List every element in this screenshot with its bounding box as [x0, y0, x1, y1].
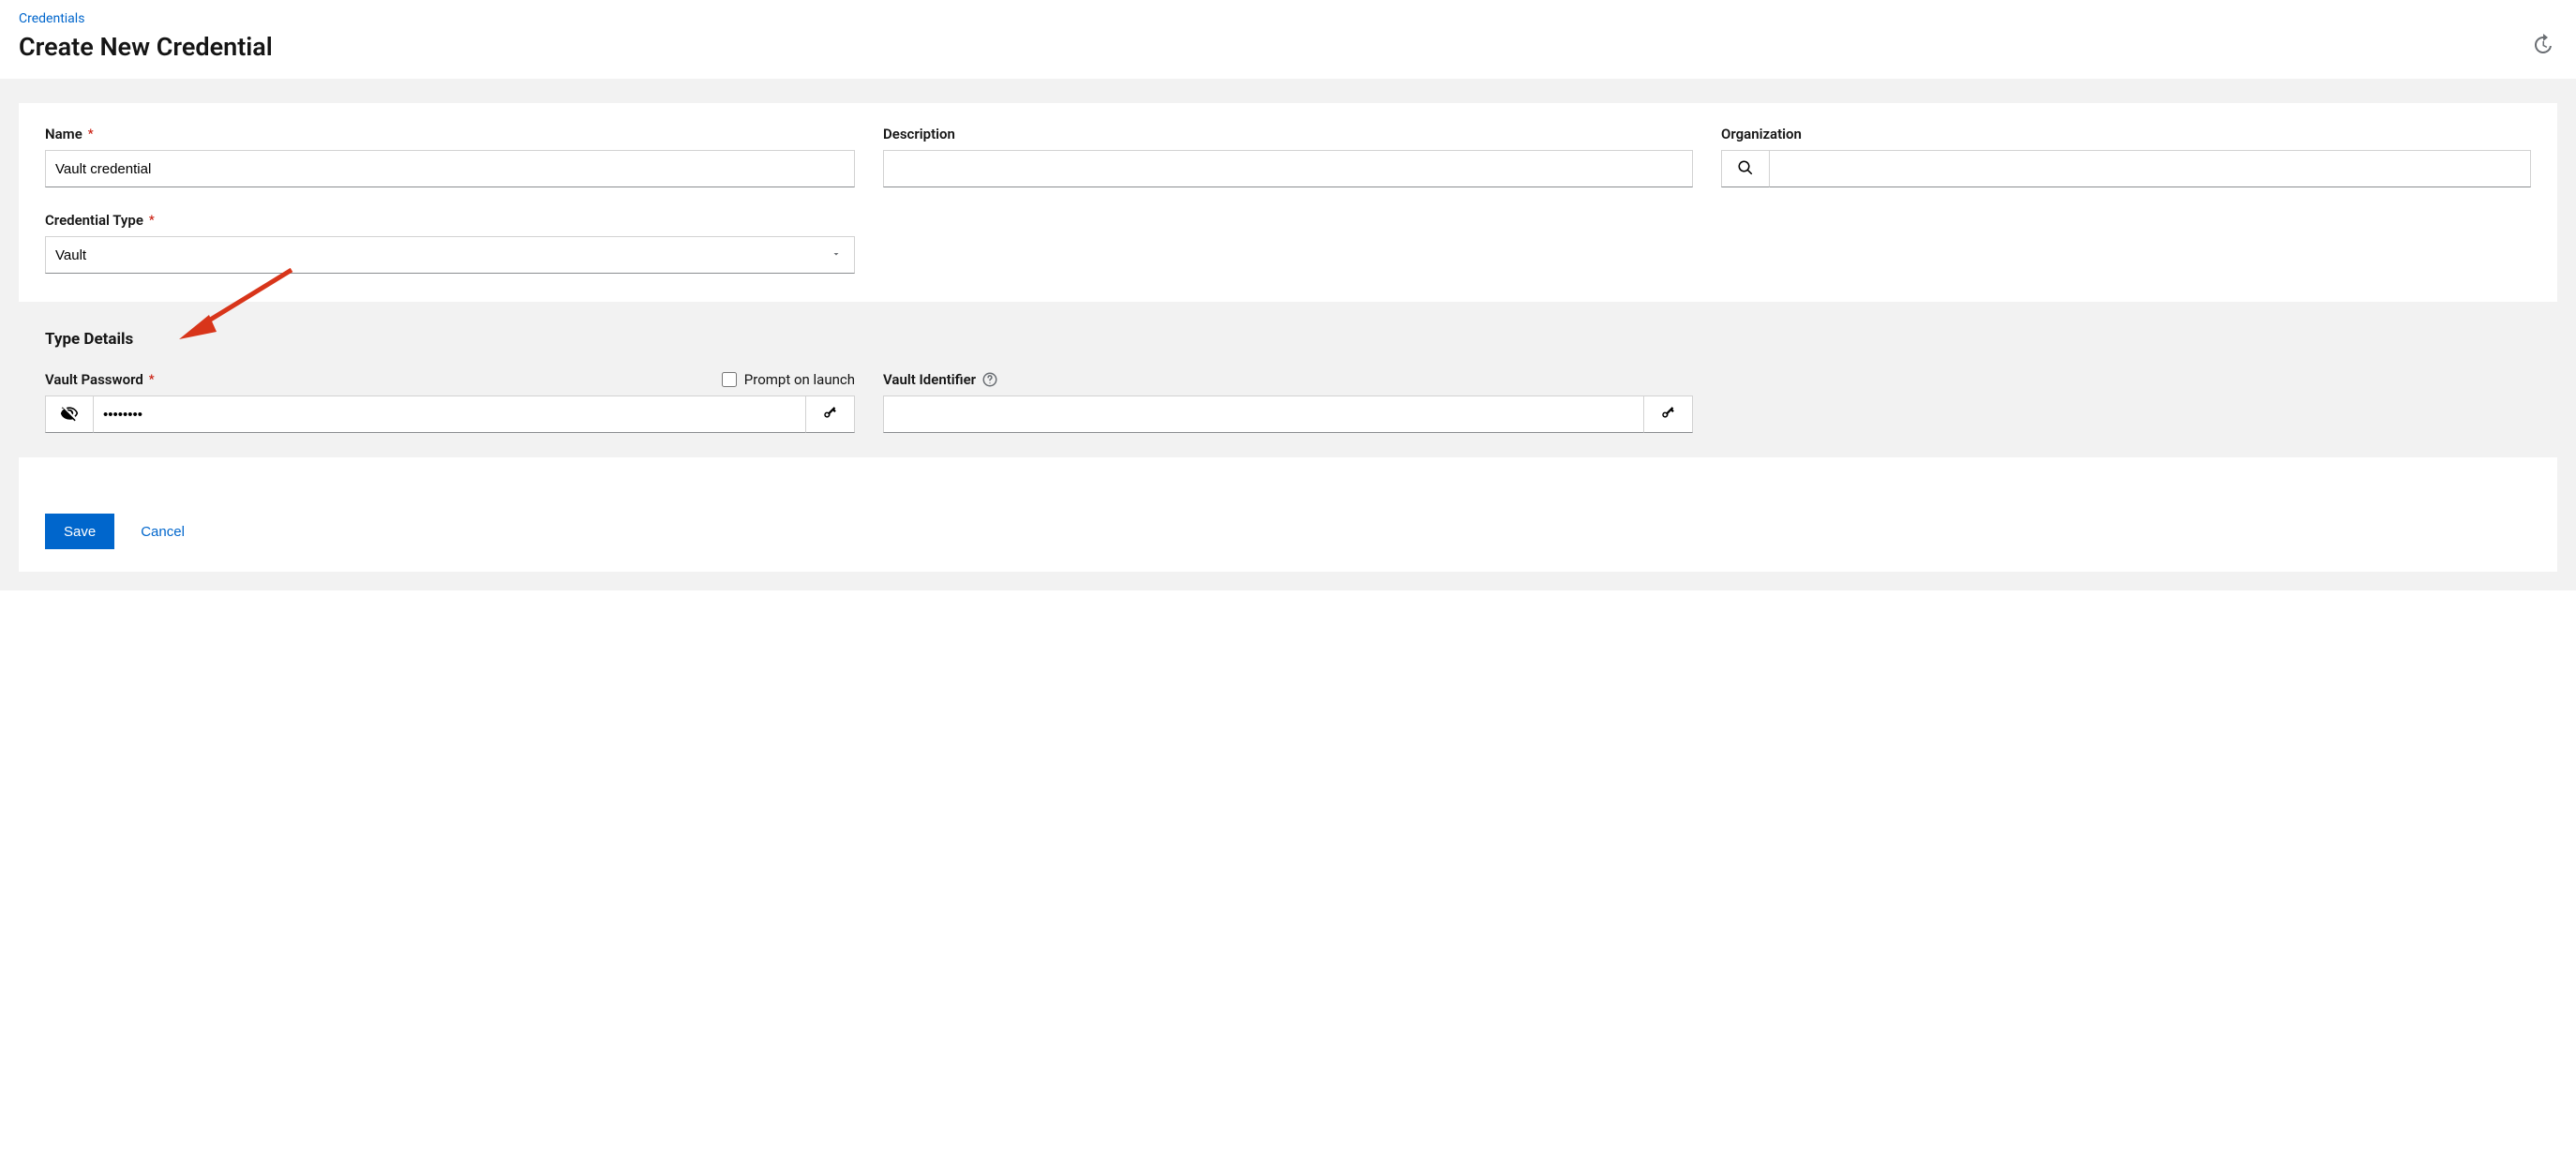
- field-name: Name *: [45, 126, 855, 187]
- search-icon: [1737, 159, 1754, 179]
- organization-input[interactable]: [1770, 150, 2531, 187]
- type-details-heading: Type Details: [45, 330, 2531, 349]
- vault-identifier-key-button[interactable]: [1644, 395, 1693, 433]
- field-vault-identifier: Vault Identifier: [883, 371, 1693, 433]
- description-label: Description: [883, 126, 955, 142]
- vault-password-key-button[interactable]: [806, 395, 855, 433]
- vault-identifier-label: Vault Identifier: [883, 371, 976, 388]
- name-input[interactable]: [45, 150, 855, 187]
- page-title: Create New Credential: [19, 32, 2557, 62]
- field-credential-type: Credential Type * Vault: [45, 212, 855, 274]
- key-icon: [1660, 405, 1677, 425]
- toggle-password-visibility-button[interactable]: [45, 395, 94, 433]
- save-button[interactable]: Save: [45, 514, 114, 549]
- vault-password-input[interactable]: [94, 395, 806, 433]
- required-asterisk: *: [88, 127, 94, 142]
- credential-type-value: Vault: [55, 247, 86, 263]
- credential-type-select[interactable]: Vault: [45, 236, 855, 274]
- field-organization: Organization: [1721, 126, 2531, 187]
- organization-label: Organization: [1721, 126, 1802, 142]
- field-description: Description: [883, 126, 1693, 187]
- field-vault-password: Vault Password * Prompt on launch: [45, 371, 855, 433]
- prompt-on-launch-checkbox[interactable]: [722, 372, 737, 387]
- breadcrumb-credentials[interactable]: Credentials: [19, 11, 84, 26]
- vault-identifier-input[interactable]: [883, 395, 1644, 433]
- eye-slash-icon: [60, 404, 79, 425]
- vault-password-label: Vault Password: [45, 371, 143, 388]
- prompt-on-launch-toggle[interactable]: Prompt on launch: [722, 371, 855, 388]
- history-icon[interactable]: [2531, 34, 2554, 56]
- cancel-button[interactable]: Cancel: [141, 524, 185, 540]
- help-icon[interactable]: [981, 371, 998, 388]
- organization-lookup-button[interactable]: [1721, 150, 1770, 187]
- name-label: Name: [45, 126, 82, 142]
- credential-type-label: Credential Type: [45, 212, 143, 229]
- description-input[interactable]: [883, 150, 1693, 187]
- key-icon: [822, 405, 839, 425]
- prompt-on-launch-label: Prompt on launch: [744, 371, 855, 388]
- required-asterisk: *: [149, 214, 155, 228]
- required-asterisk: *: [149, 373, 155, 387]
